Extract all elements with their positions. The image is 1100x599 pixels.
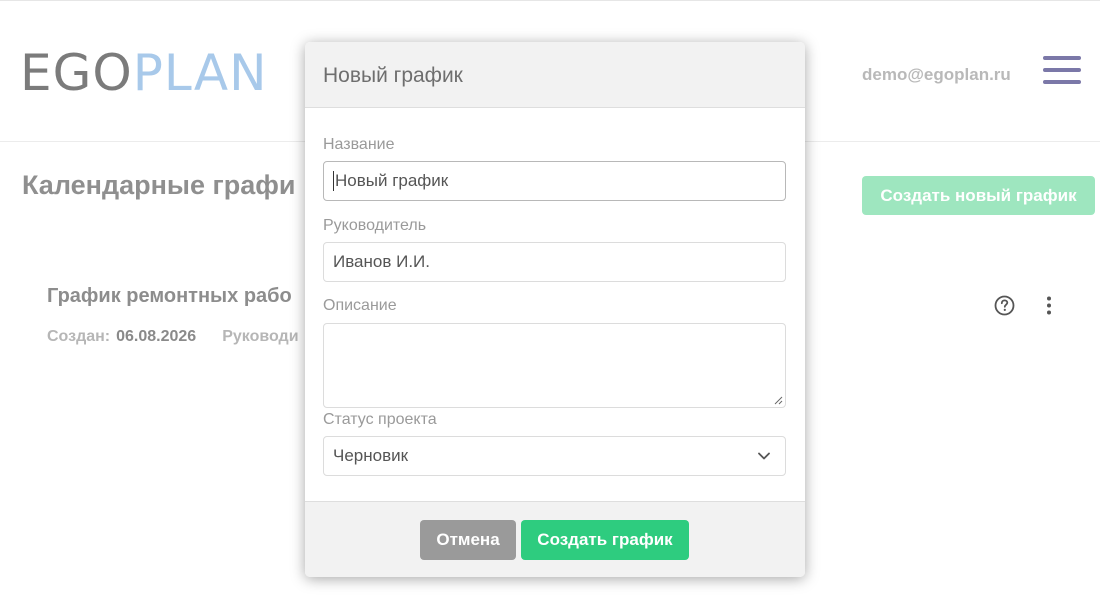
created-label: Создан: bbox=[47, 328, 111, 345]
new-schedule-modal: Новый график Название Новый график Руков… bbox=[305, 42, 805, 577]
leader-input[interactable]: Иванов И.И. bbox=[323, 242, 786, 282]
name-input-value: Новый график bbox=[335, 171, 449, 190]
menu-bar bbox=[1043, 68, 1081, 72]
cancel-button[interactable]: Отмена bbox=[420, 520, 516, 560]
hamburger-menu-icon[interactable] bbox=[1043, 56, 1081, 84]
menu-bar bbox=[1043, 80, 1081, 84]
status-select[interactable]: Черновик bbox=[323, 436, 786, 476]
create-schedule-button[interactable]: Создать график bbox=[521, 520, 689, 560]
leader-label: Руководитель bbox=[323, 217, 427, 234]
egoplan-logo[interactable]: EGOPLAN bbox=[20, 47, 267, 99]
status-label: Статус проекта bbox=[323, 411, 437, 428]
logo-ego-text: EGO bbox=[20, 44, 133, 102]
page-title: Календарные графи bbox=[22, 170, 296, 200]
modal-header: Новый график bbox=[305, 42, 805, 108]
user-email[interactable]: demo@egoplan.ru bbox=[862, 65, 1011, 85]
created-date: 06.08.2026 bbox=[116, 328, 197, 345]
modal-title: Новый график bbox=[323, 64, 463, 87]
leader-label: Руководи bbox=[222, 328, 299, 345]
description-textarea[interactable] bbox=[323, 323, 786, 408]
menu-bar bbox=[1043, 56, 1081, 60]
status-select-value: Черновик bbox=[333, 446, 409, 465]
logo-plan-text: PLAN bbox=[132, 44, 268, 102]
name-label: Название bbox=[323, 136, 395, 153]
schedule-title[interactable]: График ремонтных рабо bbox=[47, 285, 292, 308]
more-vertical-icon[interactable] bbox=[1040, 295, 1058, 316]
resize-grip-icon[interactable] bbox=[773, 395, 783, 405]
chevron-down-icon bbox=[758, 452, 770, 460]
create-new-schedule-button[interactable]: Создать новый график bbox=[862, 176, 1095, 215]
description-label: Описание bbox=[323, 297, 397, 314]
schedule-meta: Создан: 06.08.2026 Руководи bbox=[47, 328, 299, 346]
modal-footer: Отмена Создать график bbox=[305, 501, 805, 577]
help-circle-icon[interactable] bbox=[994, 295, 1015, 316]
leader-input-value: Иванов И.И. bbox=[333, 252, 430, 271]
name-input[interactable]: Новый график bbox=[323, 161, 786, 201]
text-caret bbox=[333, 171, 334, 191]
